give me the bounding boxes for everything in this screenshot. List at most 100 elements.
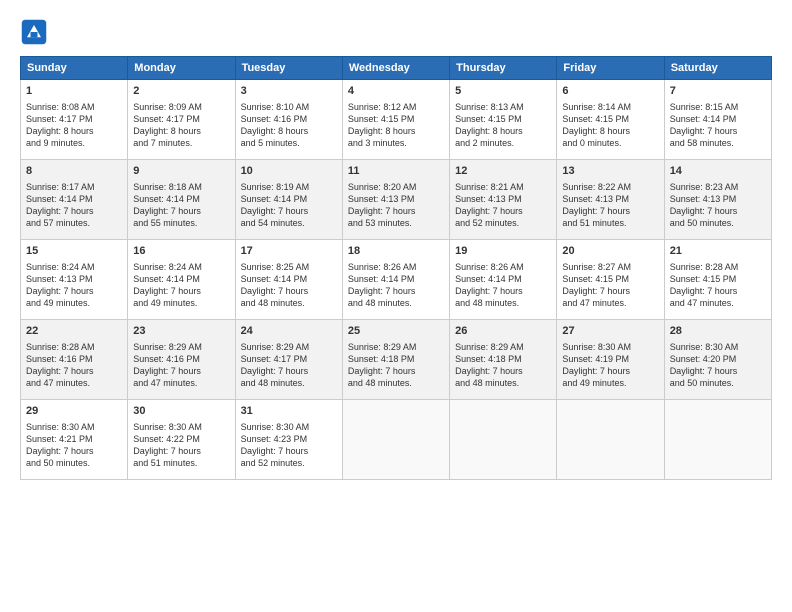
calendar-cell: 5Sunrise: 8:13 AMSunset: 4:15 PMDaylight… [450,80,557,160]
day-info-line: Daylight: 7 hours [670,125,766,137]
day-header-monday: Monday [128,57,235,80]
day-info-line: Sunrise: 8:30 AM [562,341,658,353]
day-info-line: and 7 minutes. [133,137,229,149]
day-info-line: and 48 minutes. [348,297,444,309]
calendar-cell: 25Sunrise: 8:29 AMSunset: 4:18 PMDayligh… [342,320,449,400]
day-info-line: Daylight: 7 hours [241,205,337,217]
day-number: 30 [133,404,229,419]
day-info-line: Sunrise: 8:28 AM [670,261,766,273]
day-number: 13 [562,164,658,179]
day-info-line: Sunrise: 8:19 AM [241,181,337,193]
day-info-line: Sunset: 4:13 PM [348,193,444,205]
day-info-line: Daylight: 8 hours [26,125,122,137]
day-info-line: Daylight: 7 hours [562,205,658,217]
day-info-line: and 48 minutes. [241,297,337,309]
calendar-cell: 17Sunrise: 8:25 AMSunset: 4:14 PMDayligh… [235,240,342,320]
calendar-week-row: 8Sunrise: 8:17 AMSunset: 4:14 PMDaylight… [21,160,772,240]
day-info-line: Sunrise: 8:24 AM [26,261,122,273]
day-info-line: Sunrise: 8:28 AM [26,341,122,353]
day-info-line: and 55 minutes. [133,217,229,229]
day-number: 15 [26,244,122,259]
calendar-header-row: SundayMondayTuesdayWednesdayThursdayFrid… [21,57,772,80]
calendar-cell: 1Sunrise: 8:08 AMSunset: 4:17 PMDaylight… [21,80,128,160]
day-info-line: and 51 minutes. [133,457,229,469]
day-info-line: Daylight: 7 hours [562,285,658,297]
day-info-line: and 5 minutes. [241,137,337,149]
day-info-line: Daylight: 7 hours [455,285,551,297]
day-info-line: Sunset: 4:14 PM [455,273,551,285]
day-info-line: Daylight: 7 hours [26,365,122,377]
day-info-line: Sunrise: 8:13 AM [455,101,551,113]
calendar-cell [342,400,449,480]
day-info-line: Sunset: 4:13 PM [26,273,122,285]
calendar-cell: 29Sunrise: 8:30 AMSunset: 4:21 PMDayligh… [21,400,128,480]
day-number: 20 [562,244,658,259]
calendar-cell [450,400,557,480]
calendar-cell: 31Sunrise: 8:30 AMSunset: 4:23 PMDayligh… [235,400,342,480]
day-info-line: Sunset: 4:13 PM [670,193,766,205]
calendar-cell: 14Sunrise: 8:23 AMSunset: 4:13 PMDayligh… [664,160,771,240]
day-number: 4 [348,84,444,99]
day-info-line: Daylight: 7 hours [133,365,229,377]
day-info-line: Sunrise: 8:20 AM [348,181,444,193]
day-info-line: Sunrise: 8:29 AM [241,341,337,353]
day-info-line: Sunset: 4:13 PM [455,193,551,205]
day-info-line: Sunset: 4:14 PM [241,193,337,205]
calendar-cell: 16Sunrise: 8:24 AMSunset: 4:14 PMDayligh… [128,240,235,320]
day-info-line: Sunset: 4:22 PM [133,433,229,445]
day-info-line: Sunrise: 8:30 AM [133,421,229,433]
calendar-cell: 4Sunrise: 8:12 AMSunset: 4:15 PMDaylight… [342,80,449,160]
calendar-cell: 23Sunrise: 8:29 AMSunset: 4:16 PMDayligh… [128,320,235,400]
day-number: 28 [670,324,766,339]
calendar-cell: 9Sunrise: 8:18 AMSunset: 4:14 PMDaylight… [128,160,235,240]
day-number: 19 [455,244,551,259]
day-header-thursday: Thursday [450,57,557,80]
calendar-cell: 12Sunrise: 8:21 AMSunset: 4:13 PMDayligh… [450,160,557,240]
day-number: 25 [348,324,444,339]
day-info-line: Sunrise: 8:09 AM [133,101,229,113]
calendar-cell: 8Sunrise: 8:17 AMSunset: 4:14 PMDaylight… [21,160,128,240]
day-info-line: and 48 minutes. [241,377,337,389]
calendar-cell: 21Sunrise: 8:28 AMSunset: 4:15 PMDayligh… [664,240,771,320]
calendar-cell: 2Sunrise: 8:09 AMSunset: 4:17 PMDaylight… [128,80,235,160]
day-info-line: Daylight: 7 hours [455,205,551,217]
day-info-line: Sunrise: 8:12 AM [348,101,444,113]
day-info-line: Sunrise: 8:18 AM [133,181,229,193]
day-info-line: and 47 minutes. [670,297,766,309]
day-info-line: Sunset: 4:15 PM [670,273,766,285]
day-info-line: Sunset: 4:23 PM [241,433,337,445]
day-info-line: Sunrise: 8:10 AM [241,101,337,113]
calendar-week-row: 29Sunrise: 8:30 AMSunset: 4:21 PMDayligh… [21,400,772,480]
day-info-line: Sunset: 4:14 PM [241,273,337,285]
day-header-tuesday: Tuesday [235,57,342,80]
day-info-line: and 48 minutes. [455,297,551,309]
day-info-line: Sunset: 4:15 PM [455,113,551,125]
calendar-cell: 13Sunrise: 8:22 AMSunset: 4:13 PMDayligh… [557,160,664,240]
day-number: 5 [455,84,551,99]
day-number: 24 [241,324,337,339]
day-info-line: Sunset: 4:16 PM [133,353,229,365]
day-info-line: Sunrise: 8:26 AM [455,261,551,273]
day-info-line: and 50 minutes. [26,457,122,469]
day-number: 12 [455,164,551,179]
day-header-friday: Friday [557,57,664,80]
day-info-line: Sunrise: 8:08 AM [26,101,122,113]
day-info-line: Sunset: 4:17 PM [241,353,337,365]
day-info-line: and 47 minutes. [26,377,122,389]
day-header-sunday: Sunday [21,57,128,80]
day-info-line: and 47 minutes. [133,377,229,389]
day-info-line: Daylight: 7 hours [670,285,766,297]
day-info-line: Sunset: 4:14 PM [133,273,229,285]
day-number: 14 [670,164,766,179]
calendar-body: 1Sunrise: 8:08 AMSunset: 4:17 PMDaylight… [21,80,772,480]
day-info-line: and 57 minutes. [26,217,122,229]
day-number: 17 [241,244,337,259]
day-number: 22 [26,324,122,339]
calendar-cell: 26Sunrise: 8:29 AMSunset: 4:18 PMDayligh… [450,320,557,400]
day-info-line: Daylight: 7 hours [670,365,766,377]
calendar-cell [664,400,771,480]
day-info-line: Daylight: 7 hours [562,365,658,377]
day-info-line: and 52 minutes. [455,217,551,229]
day-info-line: Sunrise: 8:23 AM [670,181,766,193]
day-info-line: Daylight: 7 hours [26,205,122,217]
